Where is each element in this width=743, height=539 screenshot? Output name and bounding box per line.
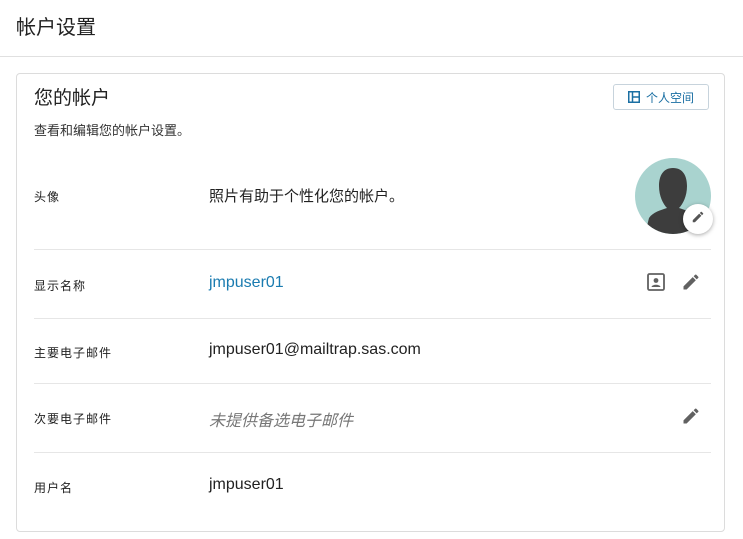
display-name-card-button[interactable] <box>644 272 668 296</box>
primary-email-label: 主要电子邮件 <box>34 346 113 360</box>
avatar-description: 照片有助于个性化您的帐户。 <box>209 188 405 205</box>
account-card: 您的帐户 查看和编辑您的帐户设置。 个人空间 头像 照片有助于个性化您的帐户。 … <box>16 73 725 532</box>
primary-email-row: 主要电子邮件 jmpuser01@mailtrap.sas.com <box>34 319 711 383</box>
display-name-value[interactable]: jmpuser01 <box>209 274 284 292</box>
card-title: 您的帐户 <box>34 88 111 109</box>
page-header: 帐户设置 <box>0 0 743 57</box>
username-row: 用户名 jmpuser01 <box>34 453 711 517</box>
personal-space-button[interactable]: 个人空间 <box>613 84 709 110</box>
pencil-icon <box>681 406 701 431</box>
card-subtitle: 查看和编辑您的帐户设置。 <box>34 123 191 138</box>
secondary-email-row: 次要电子邮件 未提供备选电子邮件 <box>34 384 711 452</box>
secondary-email-edit-button[interactable] <box>679 406 703 430</box>
personal-space-label: 个人空间 <box>645 90 694 105</box>
display-name-label: 显示名称 <box>34 279 87 293</box>
layout-panel-icon <box>627 91 640 103</box>
username-label: 用户名 <box>34 481 74 495</box>
avatar-edit-button[interactable] <box>683 204 713 234</box>
pencil-icon <box>691 210 705 229</box>
avatar-label: 头像 <box>34 190 61 204</box>
display-name-edit-button[interactable] <box>679 272 703 296</box>
display-name-row: 显示名称 jmpuser01 <box>34 250 711 318</box>
page-title: 帐户设置 <box>16 17 96 39</box>
pencil-icon <box>681 272 701 297</box>
contact-card-icon <box>647 272 665 296</box>
secondary-email-label: 次要电子邮件 <box>34 412 113 426</box>
secondary-email-placeholder: 未提供备选电子邮件 <box>209 413 354 430</box>
primary-email-value: jmpuser01@mailtrap.sas.com <box>209 341 421 358</box>
avatar-row: 头像 照片有助于个性化您的帐户。 <box>34 182 711 252</box>
username-value: jmpuser01 <box>209 476 284 493</box>
